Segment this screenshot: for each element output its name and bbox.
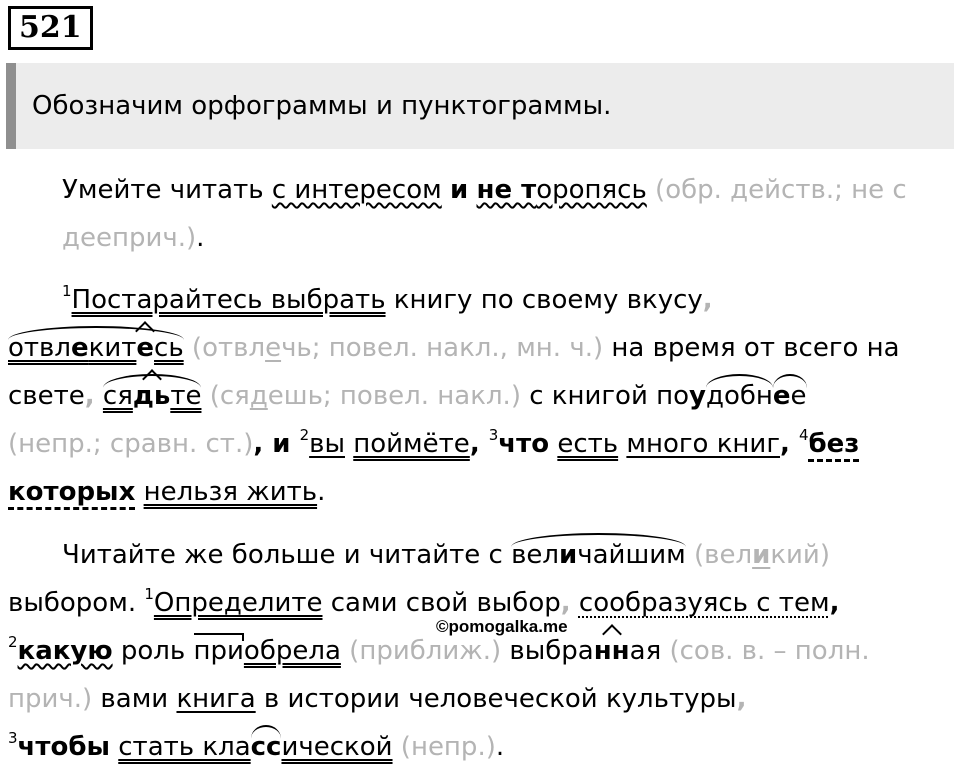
p2-note-1c: чь; повел. накл., мн. ч.) [281, 333, 604, 363]
p1-period: . [196, 223, 205, 253]
p3-z3: ической [281, 732, 393, 762]
p3-note-2: (приближ.) [340, 636, 502, 666]
p3-w3: чайшим [577, 540, 686, 570]
p2-note-1a: (отвл [183, 333, 266, 363]
p2-predicate-2: отвлекитесь [8, 324, 184, 372]
p3-indent [8, 540, 62, 570]
p2-space-4 [135, 477, 143, 507]
p2-y1: у [689, 381, 706, 411]
p2-predicate-1: Постарайтесь выбрать [71, 285, 386, 315]
p3-w2: и [559, 540, 578, 570]
p3-v3: ая [629, 636, 662, 666]
p2-note-2b: д [249, 381, 268, 411]
intro-text: Обозначим орфограммы и пунктограммы. [32, 91, 612, 121]
p2-w3: кит [88, 333, 137, 363]
p1-rest: оропясь [536, 175, 647, 205]
p3-relative: какую [17, 636, 113, 666]
p2-text-1: книгу по своему вкусу [385, 285, 703, 315]
p2-comma-2: , [84, 381, 95, 411]
intro-box: Обозначим орфограммы и пунктограммы. [6, 63, 954, 149]
p3-note-1b: и [752, 540, 771, 570]
p2-predicate-5: есть [557, 429, 619, 459]
p3-note-1c: кий) [770, 540, 830, 570]
p3-text-5: вами [92, 684, 177, 714]
p3-w1: вел [511, 540, 560, 570]
p3-predicate-3: стать классической [118, 725, 393, 762]
p3-v1: выбра [501, 636, 594, 666]
p2-x1: ся [102, 381, 133, 411]
p2-y3a: е [772, 381, 791, 411]
p1-space-2 [468, 175, 476, 205]
p2-y2: добн [705, 372, 773, 420]
p3-note-1a: (вел [685, 540, 753, 570]
p2-x2: дь [133, 372, 170, 420]
p2-y3b: е [790, 381, 807, 411]
p2-predicate-6: нельзя жить [143, 477, 318, 507]
p2-sup-2: 2 [299, 426, 310, 444]
p2-predicate-3: сядьте [102, 372, 202, 420]
p3-text-1: Читайте же больше и читайте с [62, 540, 512, 570]
p3-v2: нн [594, 627, 630, 675]
p2-y3: ее [772, 372, 807, 420]
p2-period: . [317, 477, 326, 507]
p3-period: . [495, 732, 505, 762]
p3-comma-1: , [560, 588, 571, 618]
p2-w4: е [136, 324, 154, 372]
p3-adverbial: сообразуясь с тем [578, 588, 830, 618]
p2-space-1 [345, 429, 353, 459]
p3-text-3: сами свой выбор [322, 588, 561, 618]
paragraph-1: Умейте читать с интересом и не торопясь … [8, 166, 960, 262]
p1-adverbial-2: не торопясь [477, 175, 647, 205]
p2-x3: те [170, 381, 202, 411]
p3-comma-3: , [736, 684, 747, 714]
p3-predicate-2: приобрела [193, 633, 341, 666]
p3-subject: книга [176, 684, 256, 714]
p2-comma-4: , [780, 429, 799, 459]
p1-space [442, 175, 450, 205]
p3-sup-3: 3 [8, 729, 18, 747]
p2-note-2a: (ся [201, 381, 250, 411]
task-number: 521 [8, 6, 93, 50]
p1-bold-part: не т [476, 175, 537, 205]
p2-text-3: с книгой по [520, 381, 690, 411]
p2-comma-3: , [469, 429, 489, 459]
p2-subject-1: вы [309, 429, 345, 459]
watermark: ©pomogalka.me [436, 617, 568, 636]
p2-note-3: (непр.; сравн. ст.) [8, 429, 254, 459]
p3-text-6: в истории человеческой культуры [255, 684, 737, 714]
p2-text-4: , и [253, 429, 300, 459]
p2-note-1b: е [265, 333, 282, 363]
p3-conj: чтобы [17, 732, 110, 762]
p1-adverbial-1: с интересом [271, 175, 442, 205]
p1-conjunction: и [450, 175, 469, 205]
p3-z1: стать кла [118, 732, 251, 762]
p3-z2: сс [250, 723, 281, 771]
p2-subject-2: много книг [626, 429, 780, 459]
p2-w1: отвл [8, 333, 71, 363]
p3-text-4: роль [112, 636, 194, 666]
p2-note-2c: ешь; повел. накл.) [267, 381, 521, 411]
paragraph-2: 1Постарайтесь выбрать книгу по своему вк… [8, 276, 948, 516]
p3-note-4: (непр.) [392, 732, 496, 762]
p3-text-2: выбором. [8, 588, 145, 618]
p3-space-1 [571, 588, 579, 618]
p2-predicate-4: поймёте [353, 429, 470, 459]
p2-w5: сь [154, 333, 184, 363]
p2-sup-1: 1 [62, 282, 72, 300]
p2-comma-1: , [702, 285, 713, 315]
p2-indent [8, 285, 62, 315]
p2-conj-2: что [498, 429, 550, 459]
p1-text: Умейте читать [62, 175, 272, 205]
p3-root: обрела [243, 636, 341, 666]
p3-word-1: величайшим [511, 531, 686, 579]
paragraph-3: Читайте же больше и читайте с величайшим… [8, 531, 948, 771]
p3-sup-2: 2 [8, 633, 18, 651]
p2-w2: е [71, 333, 89, 363]
p3-sup-1: 1 [144, 585, 154, 603]
p3-predicate-1: Определите [153, 588, 323, 618]
p3-comma-2: , [829, 588, 840, 618]
p2-sup-3: 3 [488, 426, 499, 444]
p3-prefix: при [193, 627, 245, 675]
